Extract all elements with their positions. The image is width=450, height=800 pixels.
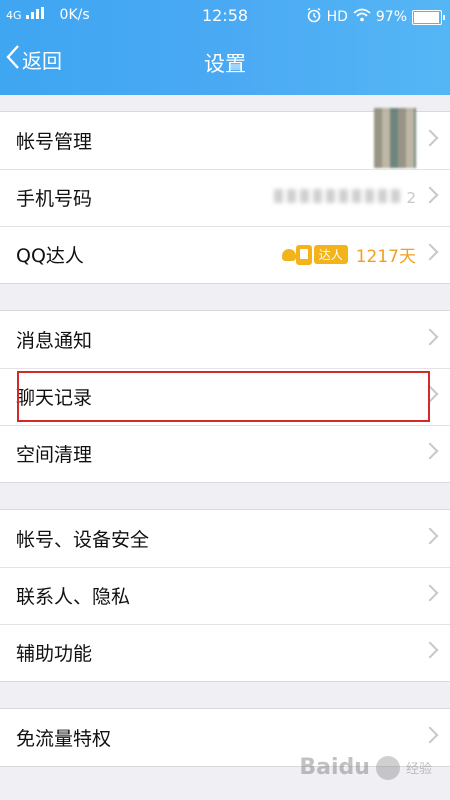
chevron-right-icon: [421, 243, 439, 261]
row-label: 辅助功能: [16, 643, 93, 665]
settings-list: 帐号管理 手机号码 2 QQ达人 达人 1217天 消息通知 聊天记录 空间清理…: [0, 95, 450, 767]
settings-group-account: 帐号管理 手机号码 2 QQ达人 达人 1217天: [0, 108, 450, 284]
phone-icon: [295, 244, 312, 265]
settings-group-security: 帐号、设备安全 联系人、隐私 辅助功能: [0, 509, 450, 682]
blurred-digit: [287, 189, 297, 203]
blurred-digit: [274, 189, 284, 203]
blurred-digit: [339, 189, 349, 203]
chevron-right-icon: [421, 584, 439, 602]
row-message-notifications[interactable]: 消息通知: [0, 311, 450, 368]
chevron-right-icon: [421, 641, 439, 659]
row-account-device-security[interactable]: 帐号、设备安全: [0, 510, 450, 567]
daren-days: 1217天: [355, 247, 416, 267]
status-bar: 4G 0K/s 12:58 HD 97%: [0, 0, 450, 32]
chevron-right-icon: [421, 442, 439, 460]
watermark: Baidu 经验: [299, 755, 432, 780]
row-accessibility[interactable]: 辅助功能: [0, 624, 450, 681]
chevron-right-icon: [421, 527, 439, 545]
wifi-icon: [353, 8, 371, 26]
row-label: 帐号、设备安全: [16, 529, 150, 551]
settings-group-messages: 消息通知 聊天记录 空间清理: [0, 310, 450, 483]
chevron-right-icon: [421, 385, 439, 403]
status-right: HD 97%: [306, 7, 445, 27]
chevron-right-icon: [421, 186, 439, 204]
battery-icon: [412, 9, 445, 25]
row-storage-cleanup[interactable]: 空间清理: [0, 425, 450, 482]
blurred-digit: [300, 189, 310, 203]
phone-number-value: 2: [274, 189, 416, 207]
phone-suffix: 2: [406, 189, 416, 207]
blurred-digit: [313, 189, 323, 203]
blurred-digit: [352, 189, 362, 203]
row-label: 消息通知: [16, 330, 93, 352]
battery-fill: [414, 11, 440, 23]
paw-icon: [375, 755, 400, 780]
row-label: 免流量特权: [16, 728, 112, 750]
nav-bar: 返回 设置: [0, 32, 450, 95]
alarm-icon: [306, 7, 322, 27]
avatar: [374, 108, 416, 168]
blurred-digit: [378, 189, 388, 203]
blurred-digit: [365, 189, 375, 203]
page-title: 设置: [204, 52, 246, 76]
top-bar: 4G 0K/s 12:58 HD 97% 返回 设置: [0, 0, 450, 95]
row-label: 手机号码: [16, 188, 93, 210]
blurred-digit: [391, 189, 401, 203]
hd-indicator: HD: [326, 9, 348, 25]
watermark-brand: Baidu: [299, 755, 370, 780]
daren-tag: 达人: [313, 245, 348, 264]
row-qq-daren[interactable]: QQ达人 达人 1217天: [0, 226, 450, 283]
battery-percent: 97%: [375, 9, 407, 25]
row-chat-history[interactable]: 聊天记录: [0, 368, 450, 425]
row-phone-number[interactable]: 手机号码 2: [0, 169, 450, 226]
row-label: 帐号管理: [16, 131, 93, 153]
row-contacts-privacy[interactable]: 联系人、隐私: [0, 567, 450, 624]
chevron-right-icon: [421, 129, 439, 147]
row-label: 空间清理: [16, 444, 93, 466]
chevron-right-icon: [421, 726, 439, 744]
row-label: 联系人、隐私: [16, 586, 131, 608]
blurred-digit: [326, 189, 336, 203]
row-label: QQ达人: [16, 245, 84, 267]
row-account-management[interactable]: 帐号管理: [0, 108, 450, 169]
qq-daren-info: 达人 1217天: [280, 242, 416, 267]
chevron-right-icon: [421, 328, 439, 346]
watermark-sub: 经验: [405, 762, 432, 777]
qq-daren-badge: 达人: [280, 244, 348, 265]
row-label: 聊天记录: [16, 387, 93, 409]
